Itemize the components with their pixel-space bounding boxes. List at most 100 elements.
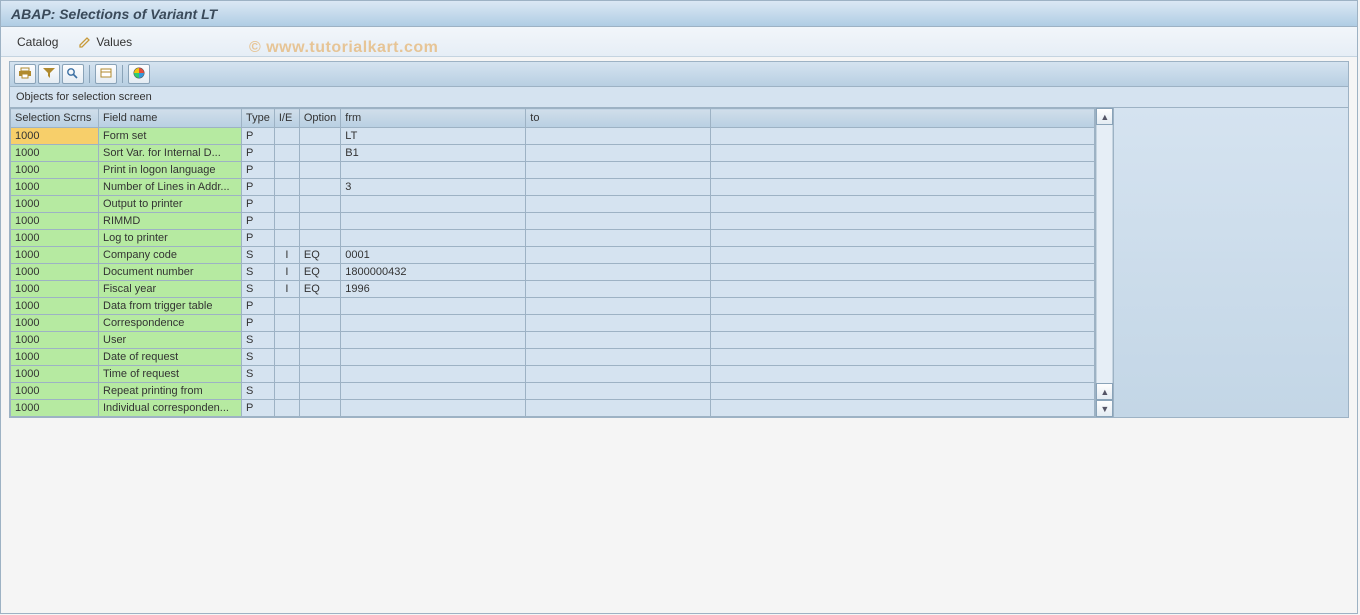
- cell-to[interactable]: [526, 315, 711, 332]
- cell-field-name[interactable]: Form set: [99, 128, 242, 145]
- cell-option[interactable]: [299, 332, 340, 349]
- table-row[interactable]: 1000RIMMDP: [11, 213, 1095, 230]
- cell-option[interactable]: EQ: [299, 281, 340, 298]
- cell-from[interactable]: 3: [341, 179, 526, 196]
- cell-from[interactable]: 1996: [341, 281, 526, 298]
- cell-type[interactable]: P: [242, 196, 275, 213]
- cell-extra[interactable]: [711, 298, 1095, 315]
- cell-option[interactable]: [299, 213, 340, 230]
- table-row[interactable]: 1000Date of requestS: [11, 349, 1095, 366]
- cell-field-name[interactable]: Output to printer: [99, 196, 242, 213]
- scroll-down-button[interactable]: ▼: [1096, 400, 1113, 417]
- cell-extra[interactable]: [711, 349, 1095, 366]
- cell-to[interactable]: [526, 281, 711, 298]
- cell-to[interactable]: [526, 196, 711, 213]
- table-row[interactable]: 1000UserS: [11, 332, 1095, 349]
- cell-to[interactable]: [526, 247, 711, 264]
- cell-option[interactable]: [299, 400, 340, 417]
- cell-scrn[interactable]: 1000: [11, 281, 99, 298]
- cell-field-name[interactable]: Number of Lines in Addr...: [99, 179, 242, 196]
- cell-extra[interactable]: [711, 179, 1095, 196]
- cell-type[interactable]: S: [242, 383, 275, 400]
- cell-option[interactable]: [299, 128, 340, 145]
- cell-extra[interactable]: [711, 162, 1095, 179]
- cell-field-name[interactable]: Document number: [99, 264, 242, 281]
- col-header-fname[interactable]: Field name: [99, 109, 242, 128]
- cell-field-name[interactable]: Sort Var. for Internal D...: [99, 145, 242, 162]
- cell-scrn[interactable]: 1000: [11, 400, 99, 417]
- cell-ie[interactable]: [274, 128, 299, 145]
- cell-to[interactable]: [526, 213, 711, 230]
- cell-option[interactable]: [299, 179, 340, 196]
- cell-scrn[interactable]: 1000: [11, 230, 99, 247]
- cell-from[interactable]: [341, 315, 526, 332]
- cell-ie[interactable]: [274, 179, 299, 196]
- cell-field-name[interactable]: Correspondence: [99, 315, 242, 332]
- table-row[interactable]: 1000Output to printerP: [11, 196, 1095, 213]
- cell-to[interactable]: [526, 298, 711, 315]
- cell-extra[interactable]: [711, 128, 1095, 145]
- export-button[interactable]: [95, 64, 117, 84]
- cell-type[interactable]: S: [242, 247, 275, 264]
- cell-to[interactable]: [526, 400, 711, 417]
- cell-to[interactable]: [526, 383, 711, 400]
- cell-scrn[interactable]: 1000: [11, 366, 99, 383]
- col-header-opt[interactable]: Option: [299, 109, 340, 128]
- cell-ie[interactable]: [274, 213, 299, 230]
- cell-ie[interactable]: [274, 230, 299, 247]
- cell-from[interactable]: 1800000432: [341, 264, 526, 281]
- col-header-scrn[interactable]: Selection Scrns: [11, 109, 99, 128]
- cell-extra[interactable]: [711, 196, 1095, 213]
- cell-extra[interactable]: [711, 230, 1095, 247]
- vertical-scrollbar[interactable]: ▲ ▲ ▼: [1095, 108, 1113, 417]
- table-row[interactable]: 1000Time of requestS: [11, 366, 1095, 383]
- cell-type[interactable]: S: [242, 366, 275, 383]
- table-row[interactable]: 1000Data from trigger tableP: [11, 298, 1095, 315]
- cell-field-name[interactable]: Time of request: [99, 366, 242, 383]
- cell-extra[interactable]: [711, 400, 1095, 417]
- cell-option[interactable]: [299, 145, 340, 162]
- cell-from[interactable]: [341, 332, 526, 349]
- cell-to[interactable]: [526, 179, 711, 196]
- cell-type[interactable]: S: [242, 332, 275, 349]
- cell-from[interactable]: LT: [341, 128, 526, 145]
- col-header-ie[interactable]: I/E: [274, 109, 299, 128]
- cell-ie[interactable]: [274, 162, 299, 179]
- col-header-type[interactable]: Type: [242, 109, 275, 128]
- cell-scrn[interactable]: 1000: [11, 264, 99, 281]
- cell-scrn[interactable]: 1000: [11, 128, 99, 145]
- cell-ie[interactable]: I: [274, 247, 299, 264]
- cell-from[interactable]: [341, 298, 526, 315]
- cell-to[interactable]: [526, 349, 711, 366]
- cell-type[interactable]: P: [242, 128, 275, 145]
- cell-from[interactable]: [341, 349, 526, 366]
- cell-option[interactable]: [299, 349, 340, 366]
- cell-extra[interactable]: [711, 383, 1095, 400]
- table-row[interactable]: 1000Sort Var. for Internal D...PB1: [11, 145, 1095, 162]
- cell-ie[interactable]: [274, 332, 299, 349]
- print-button[interactable]: [14, 64, 36, 84]
- cell-to[interactable]: [526, 145, 711, 162]
- cell-scrn[interactable]: 1000: [11, 247, 99, 264]
- cell-scrn[interactable]: 1000: [11, 196, 99, 213]
- cell-type[interactable]: S: [242, 281, 275, 298]
- cell-scrn[interactable]: 1000: [11, 315, 99, 332]
- cell-to[interactable]: [526, 332, 711, 349]
- cell-ie[interactable]: [274, 366, 299, 383]
- table-row[interactable]: 1000Number of Lines in Addr...P3: [11, 179, 1095, 196]
- cell-scrn[interactable]: 1000: [11, 145, 99, 162]
- cell-scrn[interactable]: 1000: [11, 349, 99, 366]
- scroll-up-arrow-2[interactable]: ▲: [1096, 383, 1113, 400]
- cell-ie[interactable]: [274, 145, 299, 162]
- cell-option[interactable]: [299, 383, 340, 400]
- cell-field-name[interactable]: Print in logon language: [99, 162, 242, 179]
- cell-type[interactable]: S: [242, 349, 275, 366]
- cell-type[interactable]: P: [242, 315, 275, 332]
- cell-field-name[interactable]: Individual corresponden...: [99, 400, 242, 417]
- selection-grid[interactable]: Selection Scrns Field name Type I/E Opti…: [10, 108, 1095, 417]
- table-row[interactable]: 1000Company codeSIEQ0001: [11, 247, 1095, 264]
- cell-from[interactable]: [341, 196, 526, 213]
- cell-scrn[interactable]: 1000: [11, 162, 99, 179]
- cell-extra[interactable]: [711, 332, 1095, 349]
- cell-option[interactable]: [299, 196, 340, 213]
